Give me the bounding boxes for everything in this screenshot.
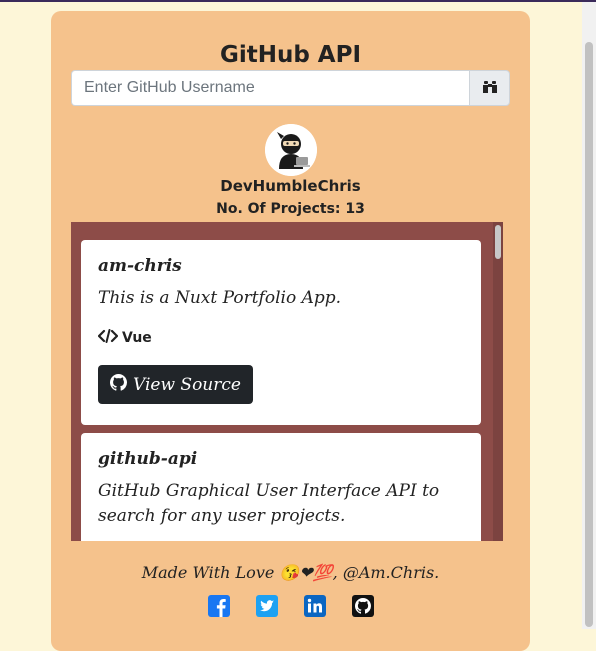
code-icon xyxy=(97,329,119,347)
repo-card: am-chris This is a Nuxt Portfolio App. V… xyxy=(81,240,481,425)
linkedin-icon xyxy=(303,595,326,617)
view-source-label: View Source xyxy=(133,374,241,395)
linkedin-link[interactable] xyxy=(303,594,327,618)
repo-list-scrollbar[interactable] xyxy=(493,222,503,541)
avatar xyxy=(265,124,317,176)
ninja-avatar-icon xyxy=(265,124,317,176)
repo-description: This is a Nuxt Portfolio App. xyxy=(98,288,342,308)
page-title: GitHub API xyxy=(219,42,362,68)
profile-username: DevHumbleChris xyxy=(220,177,361,195)
view-source-button[interactable]: View Source xyxy=(98,365,253,404)
footer-credit: Made With Love 😘❤💯, @Am.Chris. xyxy=(141,563,440,582)
github-icon xyxy=(110,373,127,396)
search-bar xyxy=(71,70,510,106)
repo-list[interactable]: am-chris This is a Nuxt Portfolio App. V… xyxy=(71,222,503,541)
social-links xyxy=(51,594,530,618)
repo-name: github-api xyxy=(98,449,198,469)
twitter-link[interactable] xyxy=(255,594,279,618)
repo-language-label: Vue xyxy=(122,330,152,346)
repo-card: github-api GitHub Graphical User Interfa… xyxy=(81,433,481,541)
facebook-icon xyxy=(207,595,230,617)
github-icon xyxy=(351,595,374,617)
twitter-icon xyxy=(255,595,278,617)
project-count: No. Of Projects: 13 xyxy=(216,201,365,217)
binoculars-icon xyxy=(482,80,498,97)
repo-list-scrollbar-thumb[interactable] xyxy=(495,225,501,259)
repo-language: Vue xyxy=(97,329,464,347)
repo-description: GitHub Graphical User Interface API to s… xyxy=(98,481,440,526)
page-scrollbar[interactable] xyxy=(582,2,596,629)
github-link[interactable] xyxy=(351,594,375,618)
page-scrollbar-thumb[interactable] xyxy=(585,42,593,627)
repo-name: am-chris xyxy=(98,256,182,276)
main-card: GitHub API Enter GitHub Username DevHumb… xyxy=(51,11,530,651)
search-button[interactable] xyxy=(469,70,510,106)
facebook-link[interactable] xyxy=(207,594,231,618)
top-border xyxy=(0,0,596,2)
username-search-input[interactable] xyxy=(71,70,469,106)
